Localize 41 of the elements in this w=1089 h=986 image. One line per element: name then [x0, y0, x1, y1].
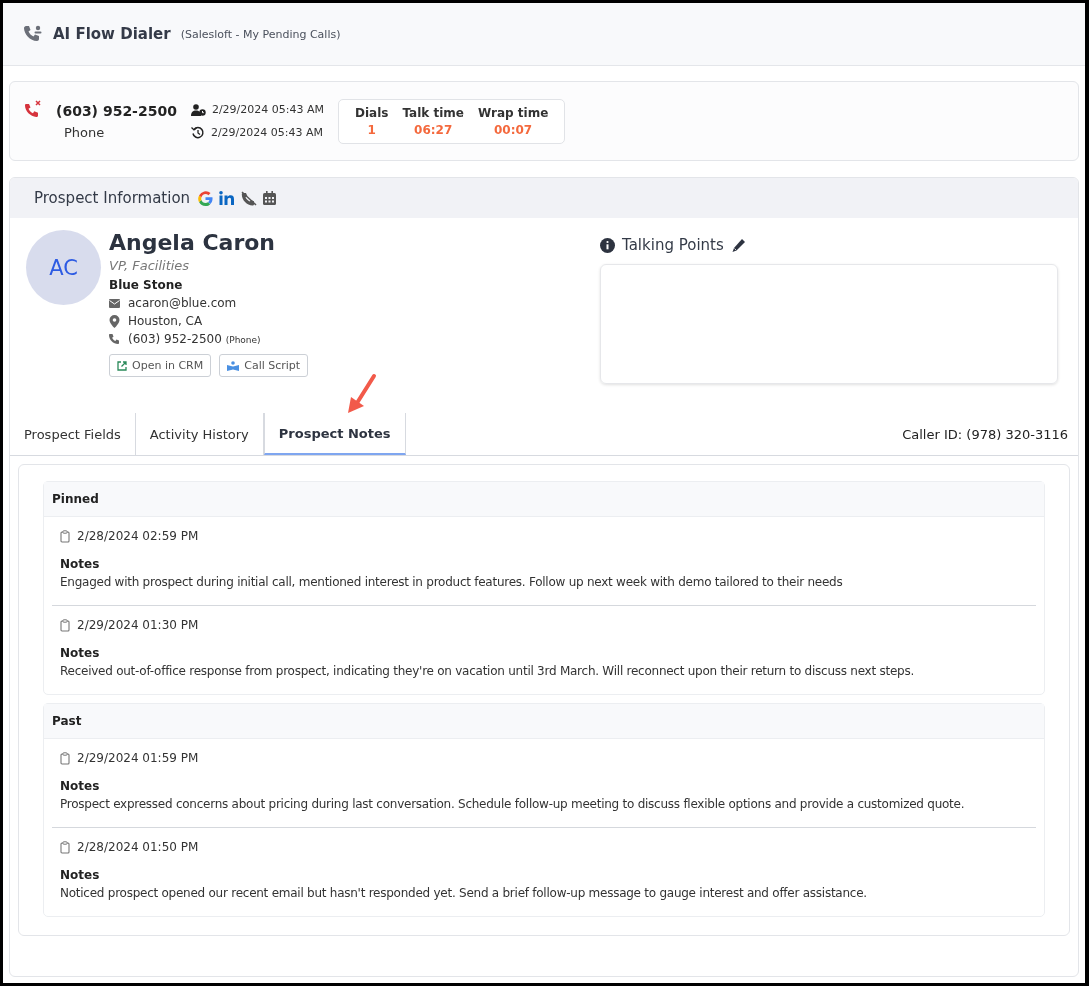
- stat-label: Wrap time: [477, 105, 549, 120]
- phone-type: Phone: [64, 124, 106, 140]
- panel-title: Prospect Information: [34, 189, 191, 207]
- phone-number: (603) 952-2500: [56, 102, 177, 119]
- tab[interactable]: Prospect Notes: [263, 413, 406, 455]
- note-text: Noticed prospect opened our recent email but hasn't responded yet. Send a brief follow-up message to gauge interest and offer assistance.: [60, 886, 868, 900]
- stat-value: 06:27: [414, 122, 453, 137]
- group-header: Pinned: [44, 482, 1044, 517]
- open-crm-button[interactable]: Open in CRM: [109, 354, 212, 378]
- app-title: AI Flow Dialer: [53, 25, 171, 43]
- note-date: 2/29/2024 01:30 PM: [77, 618, 199, 632]
- call-script-button[interactable]: Call Script: [219, 354, 309, 378]
- caller-id: Caller ID: (978) 320-3116: [902, 426, 1069, 442]
- note-heading: Notes: [60, 557, 101, 571]
- note-date: 2/28/2024 02:59 PM: [77, 529, 199, 543]
- last-call-time: 2/29/2024 05:43 AM: [210, 126, 324, 139]
- note-date: 2/29/2024 01:59 PM: [77, 751, 199, 765]
- note-text: Engaged with prospect during initial call, mentioned interest in product features. Follow up next week with demo tailored to their needs: [60, 575, 844, 589]
- prospect-name: Angela Caron: [109, 230, 277, 257]
- stat-label: Dials: [355, 105, 389, 120]
- tab[interactable]: Prospect Fields: [10, 413, 136, 455]
- note-heading: Notes: [60, 779, 101, 793]
- tab[interactable]: Activity History: [135, 413, 264, 455]
- stat-label: Talk time: [402, 105, 464, 120]
- avatar-circle: AC: [26, 230, 101, 305]
- note-text: Received out-of-office response from prospect, indicating they're on vacation until 3rd March. Will reconnect upon their return to discuss next steps.: [60, 664, 915, 678]
- email-text: acaron@blue.com: [128, 296, 237, 311]
- phone-text: (603) 952-2500 (Phone): [128, 332, 261, 347]
- group-header: Past: [44, 704, 1044, 739]
- location-text: Houston, CA: [128, 314, 203, 329]
- note-date: 2/28/2024 01:50 PM: [77, 840, 199, 854]
- stat-value: 00:07: [494, 122, 533, 137]
- note-heading: Notes: [60, 868, 101, 882]
- talking-points-title: Talking Points: [622, 236, 724, 254]
- company-name: Blue Stone: [109, 278, 184, 293]
- job-title: VP, Facilities: [109, 258, 191, 274]
- app-subtitle: (Salesloft - My Pending Calls): [180, 27, 341, 41]
- note-heading: Notes: [60, 646, 101, 660]
- stat-value: 1: [367, 122, 376, 137]
- note-text: Prospect expressed concerns about pricing during last conversation. Schedule follow-up meeting to discuss flexible options and provide a customized quote.: [60, 797, 966, 811]
- assigned-time: 2/29/2024 05:43 AM: [211, 103, 325, 116]
